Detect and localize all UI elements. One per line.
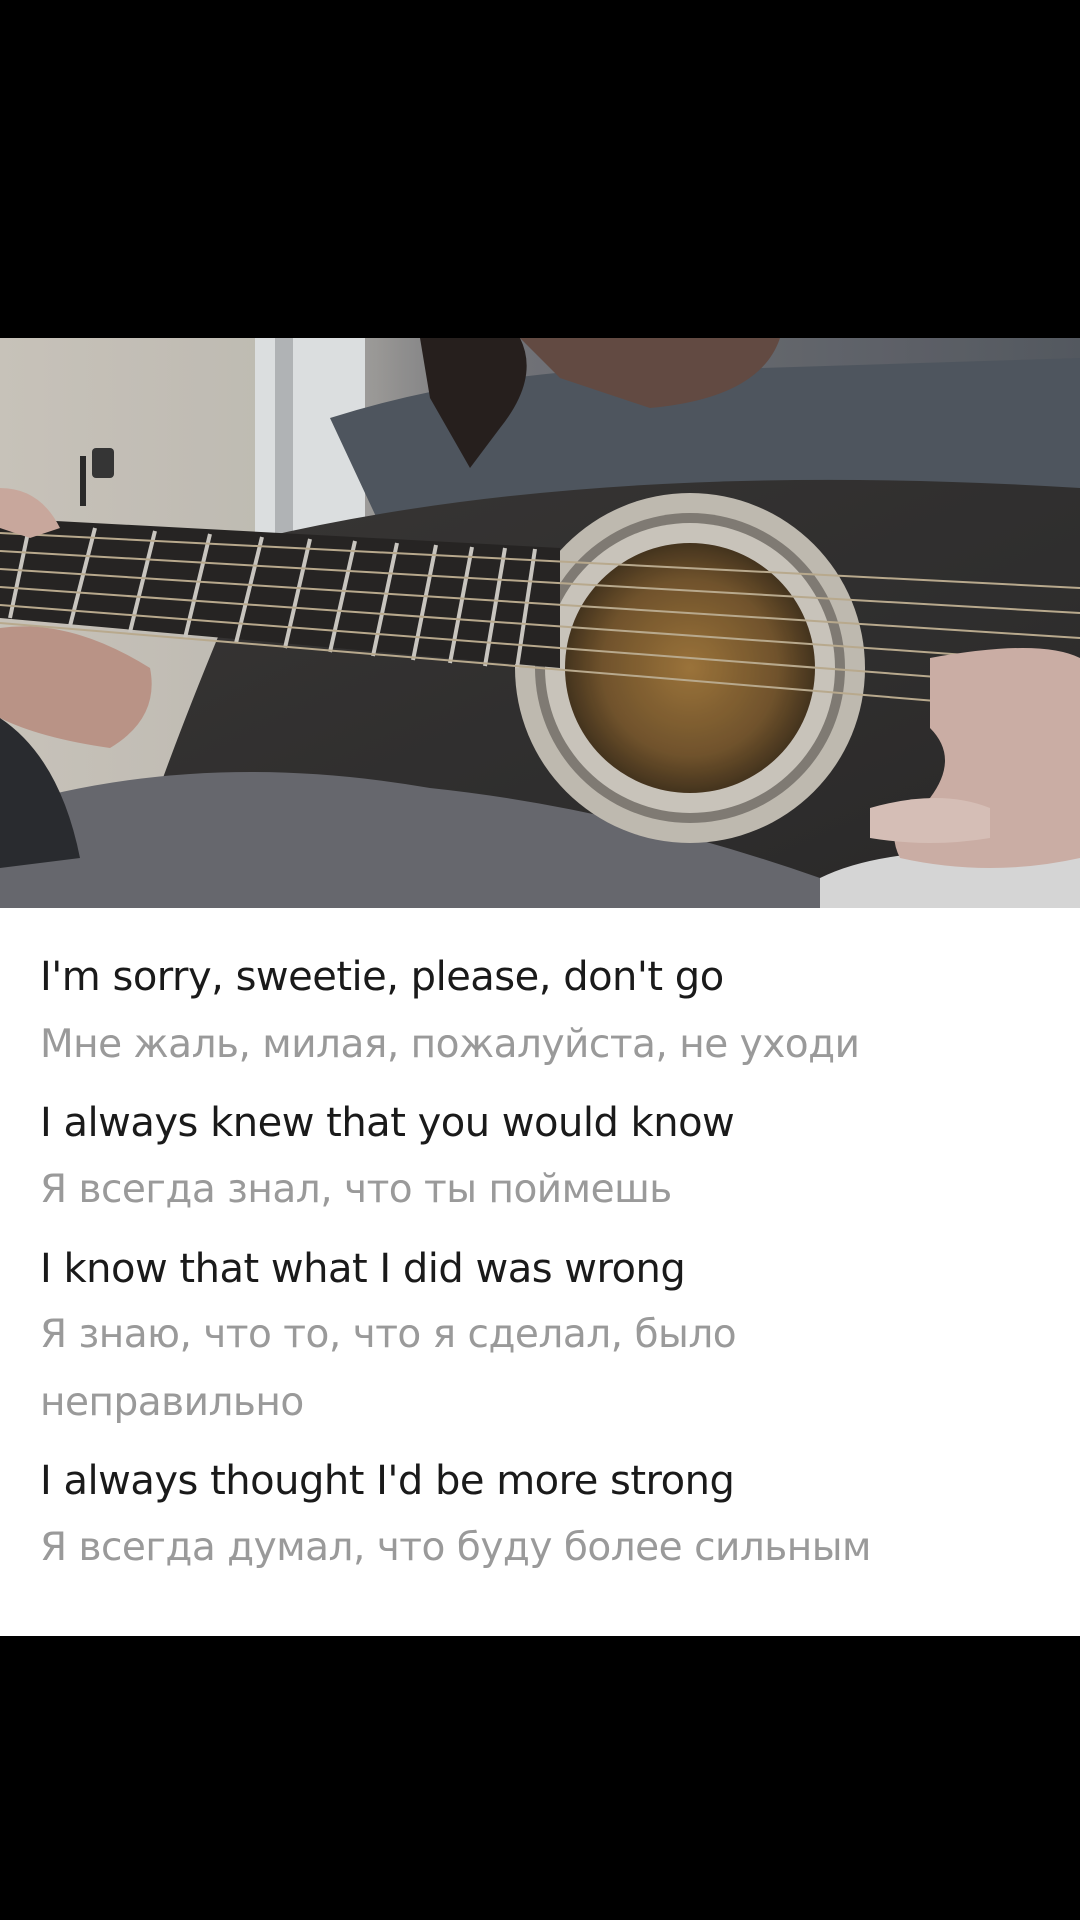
guitar-video-image <box>0 338 1080 908</box>
lyric-original-line: I always knew that you would know <box>40 1100 735 1146</box>
lyrics-panel: I'm sorry, sweetie, please, don't go Мне… <box>0 908 1080 1636</box>
video-frame[interactable] <box>0 338 1080 908</box>
lyric-original-line: I always thought I'd be more strong <box>40 1458 735 1504</box>
lyric-translation-line: Я всегда знал, что ты поймешь <box>40 1167 672 1212</box>
lyric-translation-line: Мне жаль, милая, пожалуйста, не уходи <box>40 1022 860 1067</box>
lyric-translation-line: неправильно <box>40 1380 304 1425</box>
lyric-original-line: I know that what I did was wrong <box>40 1246 686 1292</box>
lyric-translation-line: Я всегда думал, что буду более сильным <box>40 1525 871 1570</box>
lyric-translation-line: Я знаю, что то, что я сделал, было <box>40 1312 737 1357</box>
screen: I'm sorry, sweetie, please, don't go Мне… <box>0 0 1080 1920</box>
lyric-original-line: I'm sorry, sweetie, please, don't go <box>40 954 724 1000</box>
